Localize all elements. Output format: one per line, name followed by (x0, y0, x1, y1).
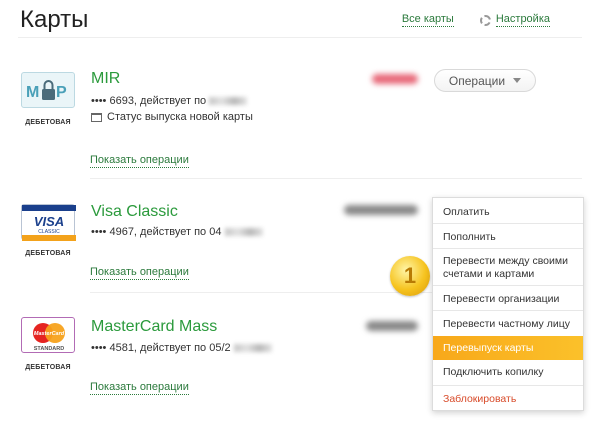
card-status-icon (91, 112, 102, 122)
menu-item-transfer-own[interactable]: Перевести между своими счетами и картами (433, 252, 583, 284)
card-type-label: ДЕБЕТОВАЯ (25, 119, 71, 126)
masked-balance (372, 74, 418, 84)
settings-link[interactable]: Настройка (479, 13, 550, 27)
header-divider (18, 37, 582, 38)
card-status-text: Статус выпуска новой карты (107, 111, 253, 123)
chevron-down-icon (513, 78, 522, 83)
show-operations-link[interactable]: Показать операции (90, 381, 189, 395)
operations-button[interactable]: Операции (434, 69, 536, 92)
menu-item-reissue-card[interactable]: Перевыпуск карты (433, 336, 583, 360)
operations-button-label: Операции (448, 73, 506, 88)
svg-text:CLASSIC: CLASSIC (38, 229, 60, 235)
menu-divider (433, 248, 583, 249)
gear-icon (479, 14, 491, 26)
card-type-label: ДЕБЕТОВАЯ (25, 250, 71, 257)
svg-text:STANDARD: STANDARD (34, 346, 64, 352)
menu-item-top-up[interactable]: Пополнить (433, 227, 583, 247)
card-number-text: •••• 4581, действует по 05/2 (91, 342, 231, 354)
mastercard-card-logo[interactable]: MasterCard STANDARD (21, 317, 75, 353)
visa-logo-icon: VISA CLASSIC (22, 205, 76, 241)
menu-item-block[interactable]: Заблокировать (433, 389, 583, 409)
masked-balance (344, 205, 418, 215)
card-type-label: ДЕБЕТОВАЯ (25, 364, 71, 371)
svg-text:MasterCard: MasterCard (34, 331, 65, 337)
menu-item-piggy-bank[interactable]: Подключить копилку (433, 362, 583, 382)
menu-divider (433, 385, 583, 386)
coin-label: 1 (403, 263, 417, 288)
menu-item-transfer-org[interactable]: Перевести организации (433, 289, 583, 309)
masked-expiry (224, 228, 263, 237)
menu-divider (433, 285, 583, 286)
mir-logo-icon: M P (26, 80, 67, 101)
all-cards-link[interactable]: Все карты (401, 13, 454, 27)
card-name[interactable]: MIR (91, 70, 120, 88)
masked-balance (366, 321, 418, 331)
card-number-text: •••• 4967, действует по 04 (91, 226, 222, 238)
menu-divider (433, 310, 583, 311)
card-number-line: •••• 4967, действует по 04 (91, 226, 263, 238)
card-name[interactable]: MasterCard Mass (91, 318, 217, 336)
header-links: Все карты Настройка (401, 13, 550, 27)
card-status: Статус выпуска новой карты (91, 111, 253, 123)
mastercard-logo-icon: MasterCard STANDARD (33, 323, 65, 352)
coin-icon: 1 (390, 256, 430, 296)
settings-link-label: Настройка (495, 13, 550, 27)
page-title: Карты (20, 6, 89, 33)
show-operations-link[interactable]: Показать операции (90, 154, 189, 168)
card-divider (90, 178, 582, 179)
masked-expiry (209, 97, 248, 106)
svg-text:M: M (26, 84, 39, 101)
svg-text:VISA: VISA (34, 214, 64, 229)
menu-divider (433, 223, 583, 224)
card-name[interactable]: Visa Classic (91, 203, 178, 221)
card-number-line: •••• 6693, действует по (91, 95, 248, 107)
card-number-line: •••• 4581, действует по 05/2 (91, 342, 272, 354)
card-number-text: •••• 6693, действует по (91, 95, 207, 107)
operations-dropdown: Оплатить Пополнить Перевести между своим… (432, 197, 584, 411)
visa-card-logo[interactable]: VISA CLASSIC (21, 204, 76, 241)
menu-item-transfer-person[interactable]: Перевести частному лицу (433, 314, 583, 334)
mir-card-logo[interactable]: M P (21, 72, 75, 108)
menu-item-pay[interactable]: Оплатить (433, 202, 583, 222)
show-operations-link[interactable]: Показать операции (90, 266, 189, 280)
masked-expiry (233, 344, 272, 353)
svg-text:P: P (56, 84, 67, 101)
